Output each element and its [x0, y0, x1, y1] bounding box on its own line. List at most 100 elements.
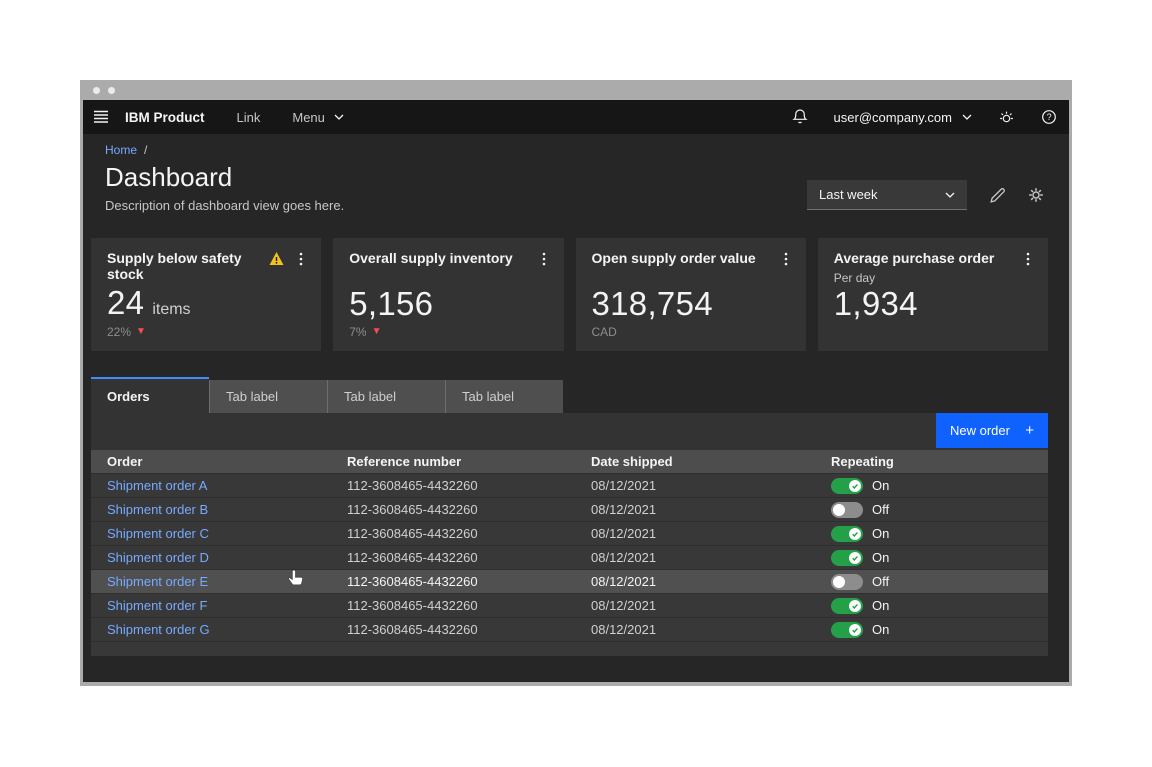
- table-row[interactable]: Shipment order C 112-3608465-4432260 08/…: [91, 521, 1048, 545]
- kebab-icon: [1026, 251, 1030, 267]
- svg-text:?: ?: [1047, 112, 1052, 122]
- nav-link-menu[interactable]: Menu: [292, 110, 344, 125]
- help-button[interactable]: ?: [1041, 109, 1057, 125]
- tab-orders[interactable]: Orders: [91, 377, 209, 413]
- notifications-button[interactable]: [792, 109, 808, 125]
- repeating-toggle[interactable]: [831, 622, 863, 638]
- nav-link-link[interactable]: Link: [237, 110, 261, 125]
- tabs: Orders Tab label Tab label Tab label: [91, 377, 1048, 413]
- app-header: IBM Product Link Menu user@company.com ?: [83, 100, 1069, 134]
- date-cell: 08/12/2021: [575, 526, 815, 541]
- user-email: user@company.com: [834, 110, 952, 125]
- chevron-down-icon: [334, 114, 344, 120]
- metric-card: Overall supply inventory 5,156 7% ▼: [333, 238, 563, 351]
- tab-tab-label[interactable]: Tab label: [327, 380, 445, 413]
- order-link[interactable]: Shipment order F: [107, 598, 207, 613]
- help-icon: ?: [1041, 109, 1057, 125]
- toggle-state-label: On: [872, 598, 889, 613]
- toggle-knob: [833, 504, 845, 516]
- table-row[interactable]: Shipment order D 112-3608465-4432260 08/…: [91, 545, 1048, 569]
- repeating-cell: On: [815, 550, 1048, 566]
- card-value: 24: [107, 287, 144, 318]
- repeating-toggle[interactable]: [831, 526, 863, 542]
- table-row[interactable]: Shipment order F 112-3608465-4432260 08/…: [91, 593, 1048, 617]
- card-title: Open supply order value: [592, 251, 770, 266]
- order-link[interactable]: Shipment order D: [107, 550, 209, 565]
- overflow-menu-button[interactable]: [297, 251, 305, 267]
- order-link[interactable]: Shipment order G: [107, 622, 210, 637]
- repeating-toggle[interactable]: [831, 478, 863, 494]
- chevron-down-icon: [945, 192, 955, 198]
- user-menu[interactable]: user@company.com: [834, 110, 972, 125]
- header-actions: user@company.com ?: [792, 109, 1057, 125]
- card-caption: 7% ▼: [349, 325, 547, 339]
- theme-awake-button[interactable]: [998, 109, 1015, 125]
- app-window: IBM Product Link Menu user@company.com ?: [80, 80, 1072, 686]
- edit-button[interactable]: [989, 187, 1006, 204]
- card-value: 5,156: [349, 288, 433, 319]
- card-caption: CAD: [592, 325, 790, 339]
- table-header-row: Order Reference number Date shipped Repe…: [91, 450, 1048, 473]
- reference-cell: 112-3608465-4432260: [331, 478, 575, 493]
- repeating-toggle[interactable]: [831, 574, 863, 590]
- card-title: Average purchase order: [834, 251, 1012, 266]
- edit-icon: [989, 187, 1006, 204]
- kebab-icon: [784, 251, 788, 267]
- date-cell: 08/12/2021: [575, 598, 815, 613]
- column-header-date[interactable]: Date shipped: [575, 454, 815, 469]
- chevron-down-icon: [962, 114, 972, 120]
- window-control-dot[interactable]: [108, 87, 115, 94]
- overflow-menu-button[interactable]: [782, 251, 790, 267]
- period-dropdown-value: Last week: [819, 187, 878, 202]
- card-caption: 22% ▼: [107, 325, 305, 339]
- toggle-state-label: On: [872, 622, 889, 637]
- table-row[interactable]: Shipment order G 112-3608465-4432260 08/…: [91, 617, 1048, 641]
- page-content: Home/ Dashboard Description of dashboard…: [83, 134, 1069, 682]
- window-control-dot[interactable]: [93, 87, 100, 94]
- date-cell: 08/12/2021: [575, 502, 815, 517]
- overflow-menu-button[interactable]: [540, 251, 548, 267]
- order-link[interactable]: Shipment order E: [107, 574, 208, 589]
- column-header-order[interactable]: Order: [91, 454, 331, 469]
- table-row[interactable]: Shipment order B 112-3608465-4432260 08/…: [91, 497, 1048, 521]
- warning-icon: [268, 251, 285, 267]
- column-header-reference[interactable]: Reference number: [331, 454, 575, 469]
- metric-card: Average purchase order Per day 1,934: [818, 238, 1048, 351]
- tab-tab-label[interactable]: Tab label: [209, 380, 327, 413]
- table-row[interactable]: Shipment order E 112-3608465-4432260 08/…: [91, 569, 1048, 593]
- breadcrumb-separator: /: [144, 143, 147, 157]
- new-order-button[interactable]: New order +: [936, 413, 1048, 448]
- reference-cell: 112-3608465-4432260: [331, 574, 575, 589]
- app-surface: IBM Product Link Menu user@company.com ?: [83, 100, 1069, 682]
- column-header-repeating[interactable]: Repeating: [815, 454, 1048, 469]
- breadcrumb-home-link[interactable]: Home: [105, 143, 137, 157]
- toggle-state-label: On: [872, 478, 889, 493]
- kebab-icon: [299, 251, 303, 267]
- date-cell: 08/12/2021: [575, 622, 815, 637]
- reference-cell: 112-3608465-4432260: [331, 550, 575, 565]
- check-icon: [851, 482, 859, 490]
- table-footer-space: [91, 641, 1048, 656]
- order-link[interactable]: Shipment order C: [107, 526, 209, 541]
- repeating-cell: On: [815, 478, 1048, 494]
- metric-card: Open supply order value 318,754 CAD: [576, 238, 806, 351]
- repeating-toggle[interactable]: [831, 502, 863, 518]
- tab-tab-label[interactable]: Tab label: [445, 380, 563, 413]
- table-row[interactable]: Shipment order A 112-3608465-4432260 08/…: [91, 473, 1048, 497]
- menu-button[interactable]: [83, 100, 119, 134]
- product-title: IBM Product: [125, 110, 205, 125]
- card-value: 1,934: [834, 288, 918, 319]
- repeating-toggle[interactable]: [831, 550, 863, 566]
- repeating-cell: On: [815, 598, 1048, 614]
- order-link[interactable]: Shipment order B: [107, 502, 208, 517]
- settings-button[interactable]: [1028, 187, 1044, 203]
- table-toolbar: New order +: [91, 413, 1048, 450]
- bell-icon: [792, 109, 808, 125]
- repeating-toggle[interactable]: [831, 598, 863, 614]
- order-link[interactable]: Shipment order A: [107, 478, 207, 493]
- overflow-menu-button[interactable]: [1024, 251, 1032, 267]
- period-dropdown[interactable]: Last week: [807, 180, 967, 210]
- hamburger-icon: [93, 110, 109, 124]
- kebab-icon: [542, 251, 546, 267]
- window-titlebar: [83, 80, 1069, 100]
